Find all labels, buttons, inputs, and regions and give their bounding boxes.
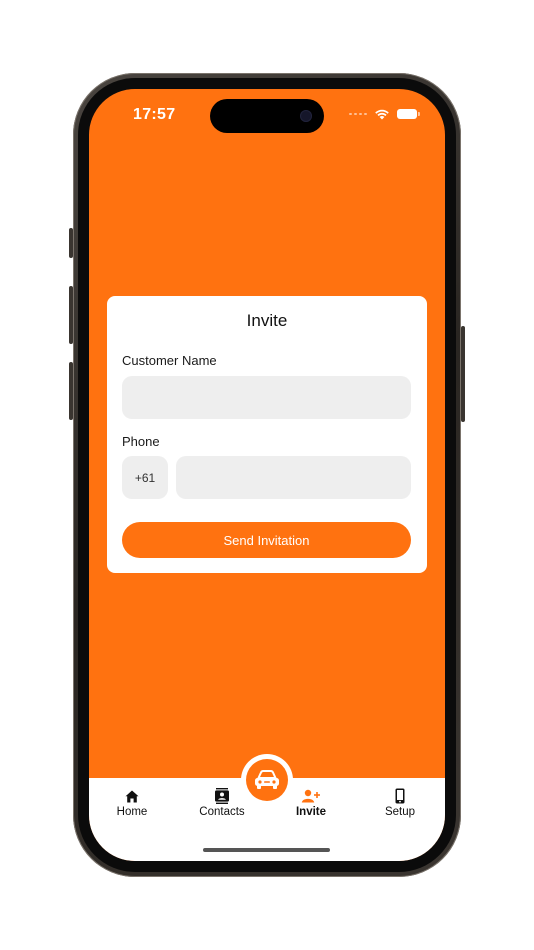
tab-home-label: Home <box>116 806 148 818</box>
phone-label: Phone <box>122 434 160 449</box>
page-canvas: 17:57 Invite Customer Name Phone +61 Sen… <box>0 0 534 950</box>
customer-name-input[interactable] <box>122 376 411 419</box>
home-indicator[interactable] <box>203 848 330 852</box>
card-title: Invite <box>246 311 288 330</box>
wifi-icon <box>375 109 389 120</box>
battery-icon <box>397 109 420 119</box>
phone-number-input[interactable] <box>176 456 411 499</box>
tab-setup[interactable]: Setup <box>365 788 435 818</box>
front-camera-icon <box>300 110 312 122</box>
cellular-signal-icon <box>349 113 367 115</box>
status-indicators <box>349 108 420 120</box>
center-car-button[interactable] <box>241 754 293 806</box>
car-icon <box>246 759 288 801</box>
add-user-icon <box>301 788 321 804</box>
send-invitation-button[interactable]: Send Invitation <box>122 522 411 558</box>
country-code-selector[interactable]: +61 <box>122 456 168 499</box>
home-icon <box>125 788 139 804</box>
power-button <box>461 326 465 422</box>
phone-device-icon <box>395 788 405 804</box>
invite-card: Invite Customer Name Phone +61 Send Invi… <box>107 296 427 573</box>
app-screen: 17:57 Invite Customer Name Phone +61 Sen… <box>89 89 445 861</box>
status-time: 17:57 <box>133 106 176 123</box>
tab-contacts-label: Contacts <box>199 806 245 818</box>
dynamic-island <box>210 99 324 133</box>
customer-name-label: Customer Name <box>122 353 217 368</box>
tab-setup-label: Setup <box>384 806 416 818</box>
tab-invite-label: Invite <box>295 806 327 818</box>
tab-home[interactable]: Home <box>97 788 167 818</box>
contacts-icon <box>215 788 229 804</box>
